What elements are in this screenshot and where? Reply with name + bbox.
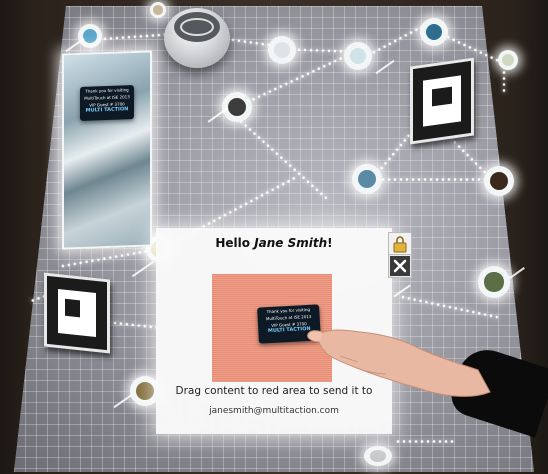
- lock-icon: [393, 236, 407, 253]
- card-logo: MULTI TACTION: [85, 106, 129, 114]
- media-node[interactable]: [420, 18, 448, 46]
- fiducial-marker-cube[interactable]: [44, 272, 110, 354]
- media-node[interactable]: [344, 42, 372, 70]
- connection-line: [395, 440, 455, 443]
- media-node[interactable]: [364, 446, 392, 466]
- media-node[interactable]: [268, 36, 296, 64]
- media-node[interactable]: [478, 266, 510, 298]
- close-button[interactable]: [388, 254, 412, 278]
- lock-button[interactable]: [388, 232, 412, 256]
- fiducial-marker-cube[interactable]: [410, 57, 474, 145]
- hand-image: [307, 329, 491, 397]
- guest-card[interactable]: Thank you for visiting MultiTouch at ISE…: [80, 85, 134, 121]
- media-node[interactable]: [150, 2, 166, 18]
- close-icon: [390, 256, 410, 276]
- media-node[interactable]: [352, 164, 382, 194]
- rotary-dial[interactable]: [164, 8, 230, 68]
- media-node[interactable]: [484, 166, 514, 196]
- media-node[interactable]: [498, 50, 518, 70]
- media-node[interactable]: [78, 24, 102, 48]
- greeting-title: Hello Jane Smith!: [215, 236, 333, 250]
- photo-window[interactable]: Thank you for visiting MultiTouch at ISE…: [62, 50, 152, 250]
- connection-line: [380, 178, 500, 181]
